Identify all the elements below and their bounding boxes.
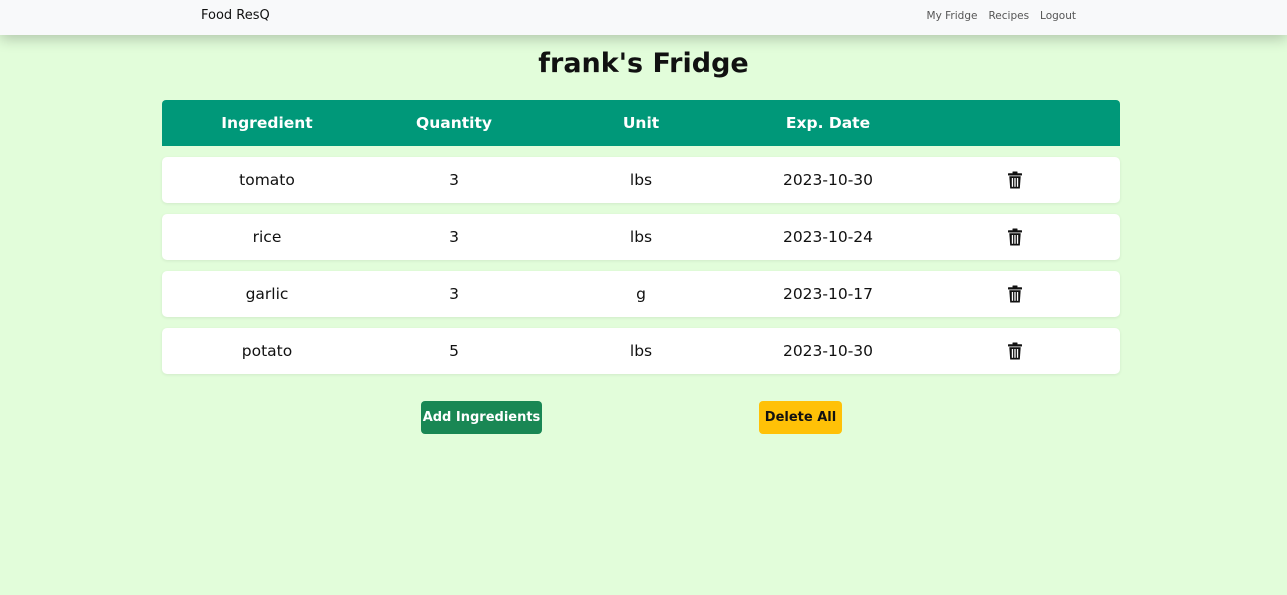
- quantity-cell: 3: [449, 171, 459, 189]
- exp-date-cell: 2023-10-24: [782, 228, 874, 246]
- unit-cell: lbs: [629, 228, 653, 246]
- header-quantity: Quantity: [416, 114, 492, 132]
- ingredient-cell: potato: [241, 342, 293, 360]
- trash-icon[interactable]: [1008, 271, 1023, 317]
- exp-date-cell: 2023-10-17: [782, 285, 874, 303]
- trash-icon[interactable]: [1008, 328, 1023, 374]
- header-ingredient: Ingredient: [221, 114, 313, 132]
- unit-cell: lbs: [629, 171, 653, 189]
- table-row: rice 3 lbs 2023-10-24: [162, 214, 1120, 260]
- trash-icon[interactable]: [1008, 214, 1023, 260]
- table-header: Ingredient Quantity Unit Exp. Date: [162, 100, 1120, 146]
- table-row: garlic 3 g 2023-10-17: [162, 271, 1120, 317]
- page-title: frank's Fridge: [538, 48, 749, 79]
- delete-all-button[interactable]: Delete All: [759, 401, 842, 434]
- quantity-cell: 3: [449, 285, 459, 303]
- trash-icon[interactable]: [1008, 157, 1023, 203]
- exp-date-cell: 2023-10-30: [782, 342, 874, 360]
- table-row: tomato 3 lbs 2023-10-30: [162, 157, 1120, 203]
- nav-link-logout[interactable]: Logout: [1040, 10, 1076, 22]
- nav-links: My Fridge Recipes Logout: [927, 10, 1076, 22]
- nav-link-my-fridge[interactable]: My Fridge: [927, 10, 978, 22]
- table-row: potato 5 lbs 2023-10-30: [162, 328, 1120, 374]
- unit-cell: lbs: [629, 342, 653, 360]
- brand-link[interactable]: Food ResQ: [201, 8, 270, 23]
- ingredient-cell: rice: [252, 228, 282, 246]
- unit-cell: g: [636, 285, 646, 303]
- header-unit: Unit: [622, 114, 660, 132]
- add-ingredients-button[interactable]: Add Ingredients: [421, 401, 542, 434]
- nav-link-recipes[interactable]: Recipes: [988, 10, 1029, 22]
- quantity-cell: 3: [449, 228, 459, 246]
- ingredient-cell: garlic: [245, 285, 289, 303]
- quantity-cell: 5: [449, 342, 459, 360]
- navbar: Food ResQ My Fridge Recipes Logout: [0, 0, 1287, 35]
- ingredient-cell: tomato: [239, 171, 295, 189]
- exp-date-cell: 2023-10-30: [782, 171, 874, 189]
- header-exp-date: Exp. Date: [785, 114, 871, 132]
